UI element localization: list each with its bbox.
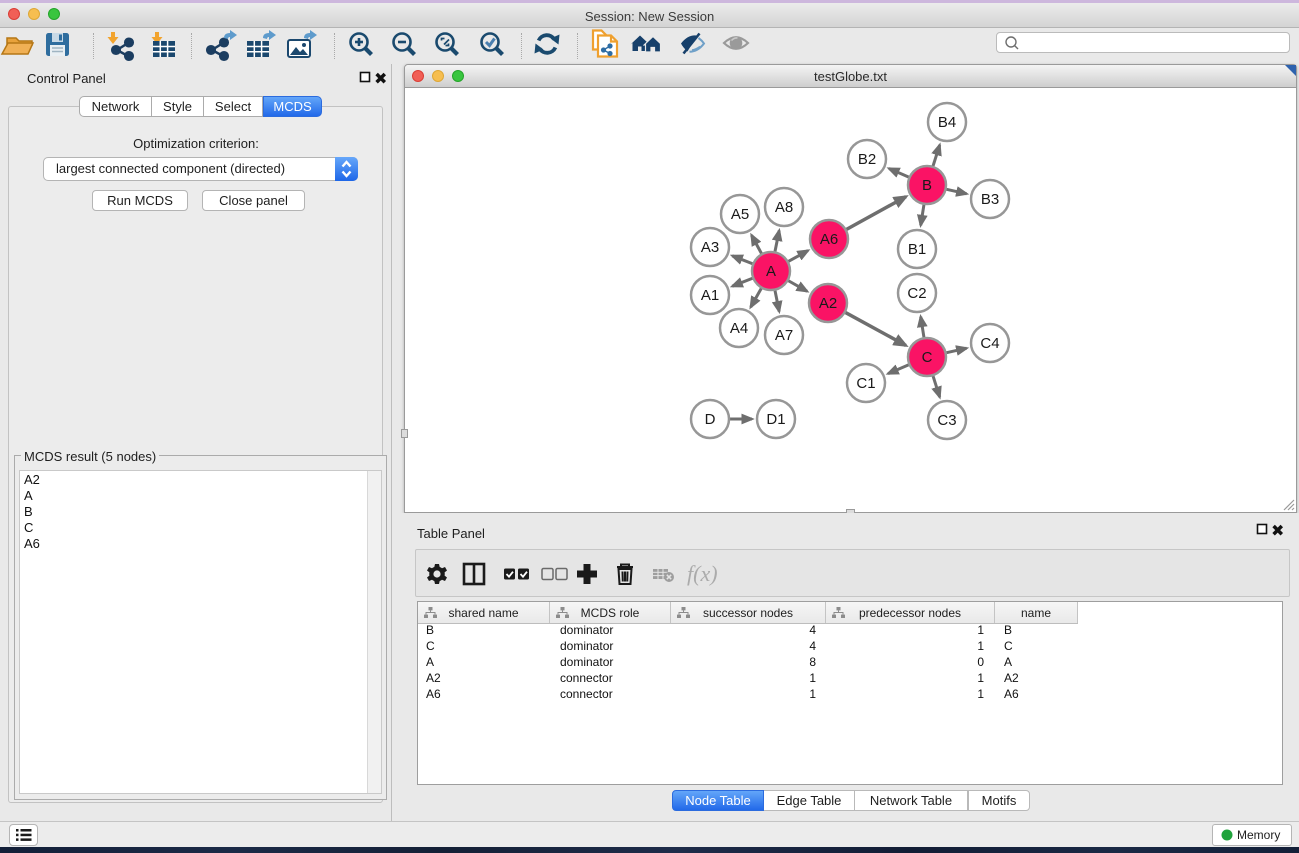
svg-text:f(x): f(x)	[687, 561, 718, 586]
svg-text:Memory: Memory	[1237, 828, 1280, 842]
svg-text:B1: B1	[908, 241, 926, 258]
svg-text:A: A	[766, 263, 776, 280]
svg-text:A5: A5	[731, 206, 749, 223]
svg-text:A2: A2	[819, 295, 837, 312]
svg-text:A6: A6	[820, 231, 838, 248]
svg-text:A8: A8	[775, 199, 793, 216]
svg-text:A3: A3	[701, 239, 719, 256]
svg-text:B4: B4	[938, 114, 956, 131]
svg-text:A1: A1	[701, 287, 719, 304]
svg-text:D: D	[705, 411, 716, 428]
svg-text:C: C	[922, 349, 933, 366]
svg-text:A7: A7	[775, 327, 793, 344]
svg-text:D1: D1	[766, 411, 785, 428]
svg-text:B: B	[922, 177, 932, 194]
svg-text:C1: C1	[856, 375, 875, 392]
svg-text:C4: C4	[980, 335, 999, 352]
svg-text:A4: A4	[730, 320, 748, 337]
svg-text:C2: C2	[907, 285, 926, 302]
svg-text:C3: C3	[937, 412, 956, 429]
svg-text:B3: B3	[981, 191, 999, 208]
svg-text:B2: B2	[858, 151, 876, 168]
